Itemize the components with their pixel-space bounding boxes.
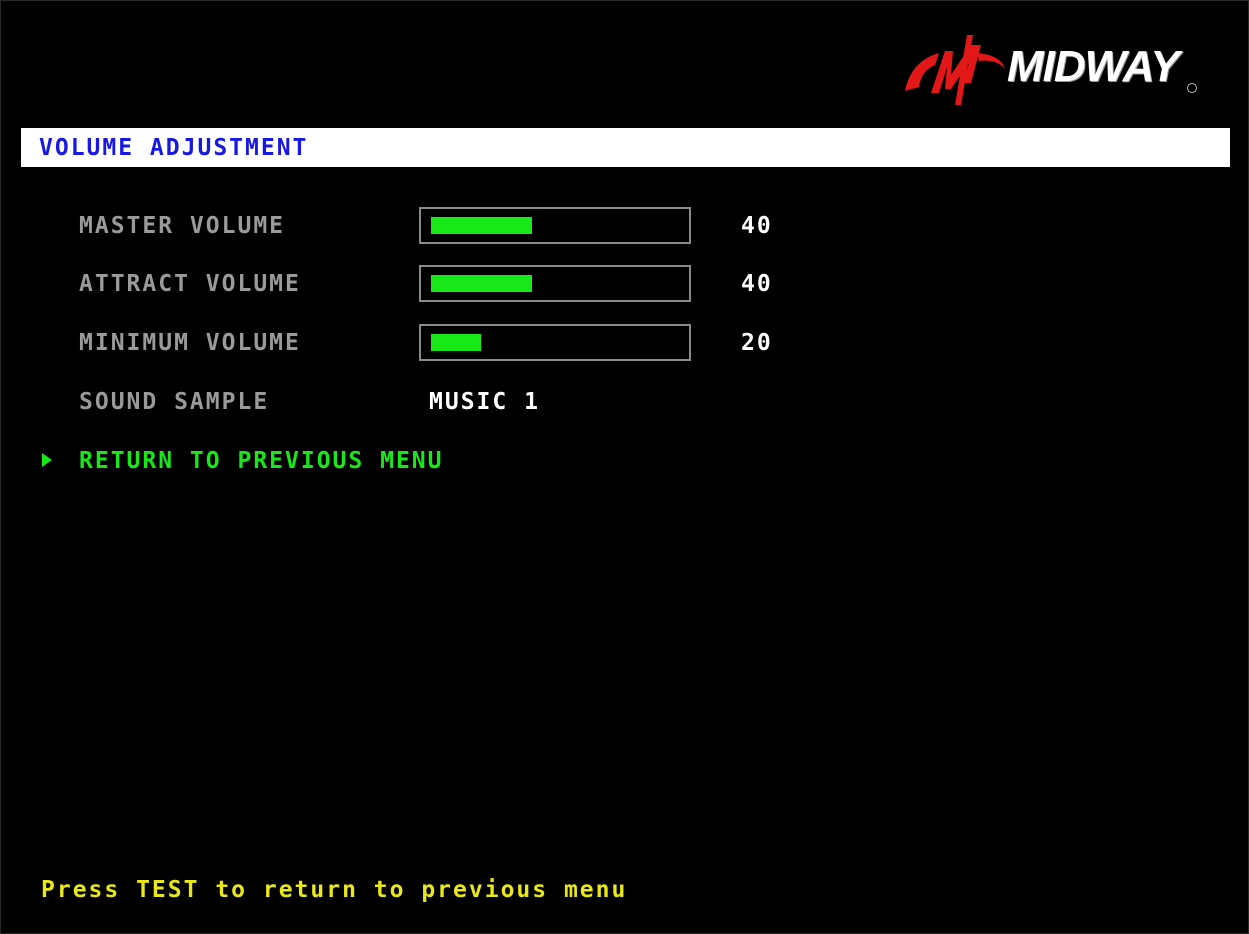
midway-m-logo-icon [905,35,1005,105]
page-title: VOLUME ADJUSTMENT [39,135,309,161]
triangle-right-icon [42,453,52,467]
title-bar: VOLUME ADJUSTMENT [21,128,1230,167]
master-volume-level [431,217,532,234]
sound-sample-label[interactable]: SOUND SAMPLE [79,388,269,416]
return-to-previous-menu-label[interactable]: RETURN TO PREVIOUS MENU [79,447,444,475]
midway-logo: MIDWAY [901,31,1211,107]
midway-wordmark: MIDWAY [1007,42,1180,91]
attract-volume-level [431,275,532,292]
registered-mark-icon [1187,83,1197,93]
master-volume-label[interactable]: MASTER VOLUME [79,212,285,240]
master-volume-slider[interactable] [419,207,691,244]
attract-volume-label[interactable]: ATTRACT VOLUME [79,270,301,298]
minimum-volume-level [431,334,481,351]
minimum-volume-slider[interactable] [419,324,691,361]
footer-hint: Press TEST to return to previous menu [41,877,628,903]
master-volume-value: 40 [741,213,773,239]
attract-volume-value: 40 [741,271,773,297]
minimum-volume-label[interactable]: MINIMUM VOLUME [79,329,301,357]
minimum-volume-value: 20 [741,330,773,356]
attract-volume-slider[interactable] [419,265,691,302]
sound-sample-value[interactable]: MUSIC 1 [429,388,540,416]
operator-screen: MIDWAY VOLUME ADJUSTMENT MASTER VOLUME 4… [0,0,1249,934]
